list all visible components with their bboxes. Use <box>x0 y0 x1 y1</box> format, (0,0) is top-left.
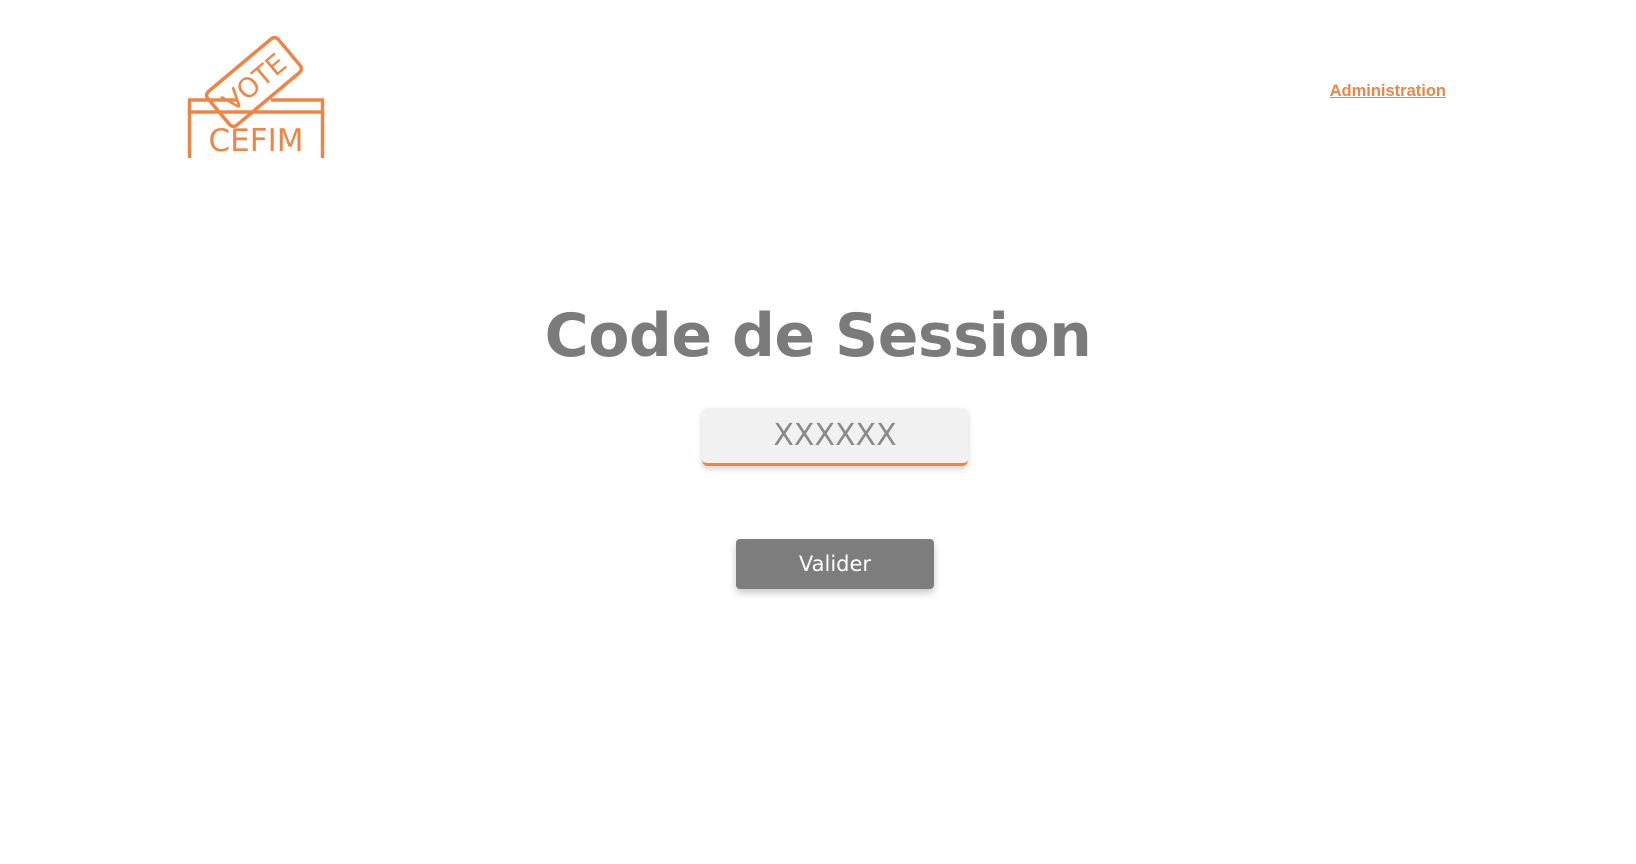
administration-link[interactable]: Administration <box>1330 82 1446 101</box>
ballot-box-icon: VOTE CEFIM <box>187 35 325 158</box>
session-code-input[interactable] <box>702 408 968 466</box>
cefim-vote-logo: VOTE CEFIM <box>186 24 326 158</box>
page: VOTE CEFIM Administration Code de Sessio… <box>0 0 1636 864</box>
logo-cefim-text: CEFIM <box>209 123 304 158</box>
page-title: Code de Session <box>544 301 1092 371</box>
validate-button[interactable]: Valider <box>736 539 934 589</box>
